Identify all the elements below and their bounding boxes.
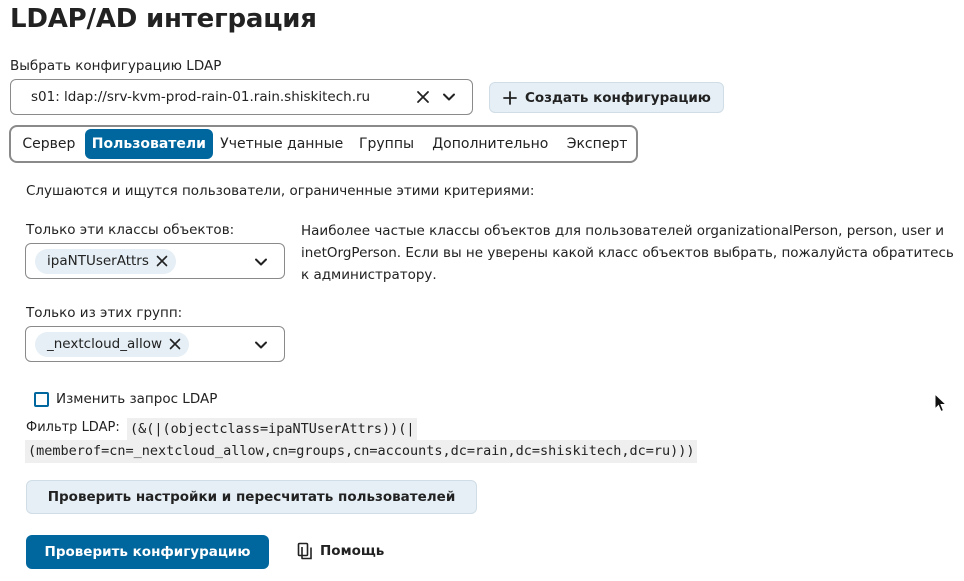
verify-config-button[interactable]: Проверить конфигурацию [26, 535, 269, 569]
tab-expert[interactable]: Эксперт [558, 129, 636, 159]
tab-server[interactable]: Сервер [13, 129, 85, 159]
config-select-value: s01: ldap://srv-kvm-prod-rain-01.rain.sh… [31, 89, 371, 105]
config-select-label: Выбрать конфигурацию LDAP [10, 58, 222, 74]
edit-ldap-query-label: Изменить запрос LDAP [56, 391, 218, 407]
groups-label: Только из этих групп: [26, 305, 183, 321]
settings-tabs: Сервер Пользователи Учетные данные Групп… [9, 125, 638, 163]
users-intro-text: Слушаются и ищутся пользователи, огранич… [26, 183, 535, 199]
create-config-label: Создать конфигурацию [525, 89, 711, 106]
plus-icon [502, 90, 518, 106]
tab-users[interactable]: Пользователи [84, 129, 213, 159]
copy-document-icon [296, 541, 314, 561]
ldap-filter-line1: (&(|(objectclass=ipaNTUserAttrs))(| [127, 418, 418, 441]
object-class-chip: ipaNTUserAttrs [35, 248, 176, 274]
ldap-filter-line2: (memberof=cn=_nextcloud_allow,cn=groups,… [25, 440, 698, 463]
object-classes-hint: Наиболее частые классы объектов для поль… [301, 223, 954, 283]
create-config-button[interactable]: Создать конфигурацию [489, 82, 724, 113]
ldap-filter-label: Фильтр LDAP: [26, 420, 120, 435]
edit-ldap-query-checkbox[interactable]: Изменить запрос LDAP [34, 391, 217, 407]
help-label: Помощь [320, 543, 385, 559]
remove-chip-icon[interactable] [154, 253, 170, 269]
tab-advanced[interactable]: Дополнительно [422, 129, 558, 159]
config-select[interactable]: s01: ldap://srv-kvm-prod-rain-01.rain.sh… [10, 79, 473, 115]
check-settings-button[interactable]: Проверить настройки и пересчитать пользо… [26, 480, 477, 514]
groups-select[interactable]: _nextcloud_allow [25, 326, 285, 362]
chevron-down-icon[interactable] [250, 251, 272, 273]
chevron-down-icon[interactable] [250, 334, 272, 356]
page-title: LDAP/AD интеграция [10, 4, 317, 34]
help-link[interactable]: Помощь [296, 541, 384, 561]
group-chip-label: _nextcloud_allow [47, 336, 163, 352]
object-class-chip-label: ipaNTUserAttrs [47, 253, 149, 269]
remove-chip-icon[interactable] [167, 336, 183, 352]
clear-icon[interactable] [412, 86, 434, 108]
checkbox-box[interactable] [34, 391, 49, 407]
chevron-down-icon[interactable] [438, 86, 460, 108]
object-classes-select[interactable]: ipaNTUserAttrs [25, 243, 285, 279]
mouse-cursor-icon [934, 393, 948, 413]
tab-groups[interactable]: Группы [351, 129, 423, 159]
tab-credentials[interactable]: Учетные данные [213, 129, 351, 159]
object-classes-label: Только эти классы объектов: [26, 222, 235, 238]
group-chip: _nextcloud_allow [35, 331, 190, 357]
